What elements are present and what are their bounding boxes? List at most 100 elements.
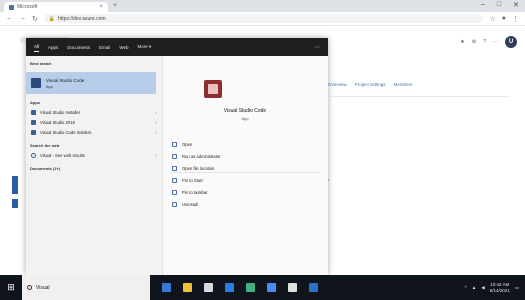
profile-icon[interactable]: ●: [502, 15, 506, 23]
action-label: Open file location: [182, 166, 215, 171]
forward-arrow-icon[interactable]: →: [19, 15, 26, 22]
app-result-label: Visual Studio Installer: [40, 110, 81, 115]
shield-icon: [172, 154, 177, 159]
chevron-right-icon[interactable]: ›: [155, 153, 157, 159]
filter-tab-web[interactable]: Web: [119, 43, 128, 52]
address-bar[interactable]: 🔒 https://dev.azure.com: [43, 14, 484, 23]
browser-tab-title: Microsoft: [17, 4, 38, 10]
documents-heading: Documents (1+): [30, 166, 61, 171]
more-options-icon[interactable]: ⋯: [314, 44, 320, 51]
search-icon: [27, 285, 32, 290]
clock[interactable]: 10:42 AM 6/14/2021: [490, 282, 510, 293]
taskbar-search-box[interactable]: Visual: [22, 275, 150, 300]
chevron-right-icon[interactable]: ›: [155, 110, 157, 116]
action-open[interactable]: Open: [172, 142, 192, 147]
action-label: Pin to Start: [182, 178, 203, 183]
address-bar-url: https://dev.azure.com: [58, 15, 106, 22]
action-pin-to-taskbar[interactable]: Pin to taskbar: [172, 190, 208, 195]
best-match-result[interactable]: Visual Studio Code App: [26, 72, 156, 94]
avatar[interactable]: U: [505, 36, 517, 48]
chevron-right-icon[interactable]: ›: [155, 120, 157, 126]
network-icon[interactable]: ▲: [472, 285, 476, 290]
windows-start-button[interactable]: ⊞: [0, 275, 22, 300]
lock-icon: 🔒: [48, 15, 56, 22]
browser-toolbar: ← → ↻ 🔒 https://dev.azure.com ☆ ● ⋮: [0, 12, 525, 26]
filter-tab-all[interactable]: All: [34, 42, 40, 52]
new-tab-button[interactable]: +: [113, 2, 117, 9]
action-uninstall[interactable]: Uninstall: [172, 202, 198, 207]
open-icon: [172, 142, 177, 147]
more-icon[interactable]: ⋯: [493, 39, 498, 45]
filter-tab-more[interactable]: More ▾: [137, 42, 151, 52]
app-result-item[interactable]: Visual Studio 2019 ›: [26, 118, 162, 127]
window-controls: – □ ✕: [481, 1, 519, 9]
toolbar-right: ☆ ● ⋮: [489, 15, 519, 23]
system-tray: ^ ▲ ◀ 10:42 AM 6/14/2021 ▭: [465, 282, 525, 293]
page-link-members[interactable]: Members: [394, 82, 413, 89]
filter-tab-documents[interactable]: Documents: [67, 43, 90, 52]
maximize-button[interactable]: □: [497, 1, 501, 9]
action-pin-to-start[interactable]: Pin to Start: [172, 178, 203, 183]
best-match-subtitle: App: [46, 84, 53, 89]
detail-title: Visual Studio Code: [223, 108, 267, 114]
app-result-item[interactable]: Visual Studio Installer ›: [26, 108, 162, 117]
taskbar-app-icon[interactable]: [162, 283, 171, 292]
folder-icon: [172, 166, 177, 171]
back-arrow-icon[interactable]: ←: [6, 15, 13, 22]
action-run-as-admin[interactable]: Run as administrator: [172, 154, 221, 159]
search-filter-tabs: All Apps Documents Email Web More ▾ ⋯: [26, 38, 328, 56]
favorite-icon[interactable]: ★: [460, 39, 464, 45]
results-pane: Best match Visual Studio Code App Apps V…: [26, 56, 162, 275]
detail-subtitle: App: [241, 116, 249, 121]
settings-icon[interactable]: ⚙: [472, 39, 476, 45]
browser-tab-strip: Microsoft × + – □ ✕: [0, 0, 525, 12]
tray-chevron-icon[interactable]: ^: [465, 285, 467, 290]
page-links: Overview Project settings Members: [328, 82, 412, 89]
browser-menu-icon[interactable]: ⋮: [512, 15, 519, 23]
notifications-icon[interactable]: ▭: [515, 285, 519, 291]
page-header: ★ ⚙ ? ⋯ U: [330, 35, 517, 49]
app-result-label: Visual Studio Code Insiders: [40, 130, 92, 135]
clock-date: 6/14/2021: [489, 288, 510, 293]
filter-tab-email[interactable]: Email: [99, 43, 110, 52]
help-icon[interactable]: ?: [483, 39, 486, 45]
app-result-item[interactable]: Visual Studio Code Insiders ›: [26, 128, 162, 137]
browser-tab[interactable]: Microsoft ×: [4, 2, 108, 12]
taskbar-app-icon[interactable]: [309, 283, 318, 292]
page-marker: ▪: [328, 177, 330, 182]
reload-icon[interactable]: ↻: [32, 15, 38, 23]
app-rail-highlight: [12, 176, 18, 194]
bookmark-star-icon[interactable]: ☆: [489, 15, 495, 23]
taskbar-app-icon[interactable]: [246, 283, 255, 292]
taskbar-app-icon[interactable]: [267, 283, 276, 292]
vscode-large-icon: [204, 80, 222, 98]
web-result-item[interactable]: Visual - See web results ›: [26, 151, 162, 160]
app-icon: [31, 120, 36, 125]
chevron-right-icon[interactable]: ›: [155, 130, 157, 136]
pin-icon: [172, 190, 177, 195]
taskbar-app-icon[interactable]: [204, 283, 213, 292]
clock-time: 10:42 AM: [490, 282, 510, 287]
app-rail-highlight-secondary: [12, 199, 18, 208]
favicon-icon: [9, 4, 14, 10]
pinned-apps: [162, 283, 318, 292]
filter-tab-apps[interactable]: Apps: [48, 43, 58, 52]
minimize-button[interactable]: –: [481, 1, 485, 9]
taskbar-app-icon[interactable]: [183, 283, 192, 292]
taskbar-search-text: Visual: [36, 284, 50, 291]
app-icon: [31, 110, 36, 115]
taskbar-app-icon[interactable]: [288, 283, 297, 292]
trash-icon: [172, 202, 177, 207]
app-result-label: Visual Studio 2019: [40, 120, 75, 125]
action-open-file-location[interactable]: Open file location: [172, 166, 214, 171]
vscode-app-icon: [31, 78, 41, 88]
close-tab-icon[interactable]: ×: [99, 4, 103, 10]
page-link-overview[interactable]: Overview: [328, 82, 347, 89]
taskbar-app-icon[interactable]: [225, 283, 234, 292]
apps-heading: Apps: [30, 100, 40, 105]
page-link-project-settings[interactable]: Project settings: [355, 82, 386, 89]
web-result-label: Visual - See web results: [40, 153, 85, 158]
volume-icon[interactable]: ◀: [481, 285, 484, 291]
close-window-button[interactable]: ✕: [513, 1, 519, 9]
best-match-title: Visual Studio Code: [46, 77, 85, 83]
